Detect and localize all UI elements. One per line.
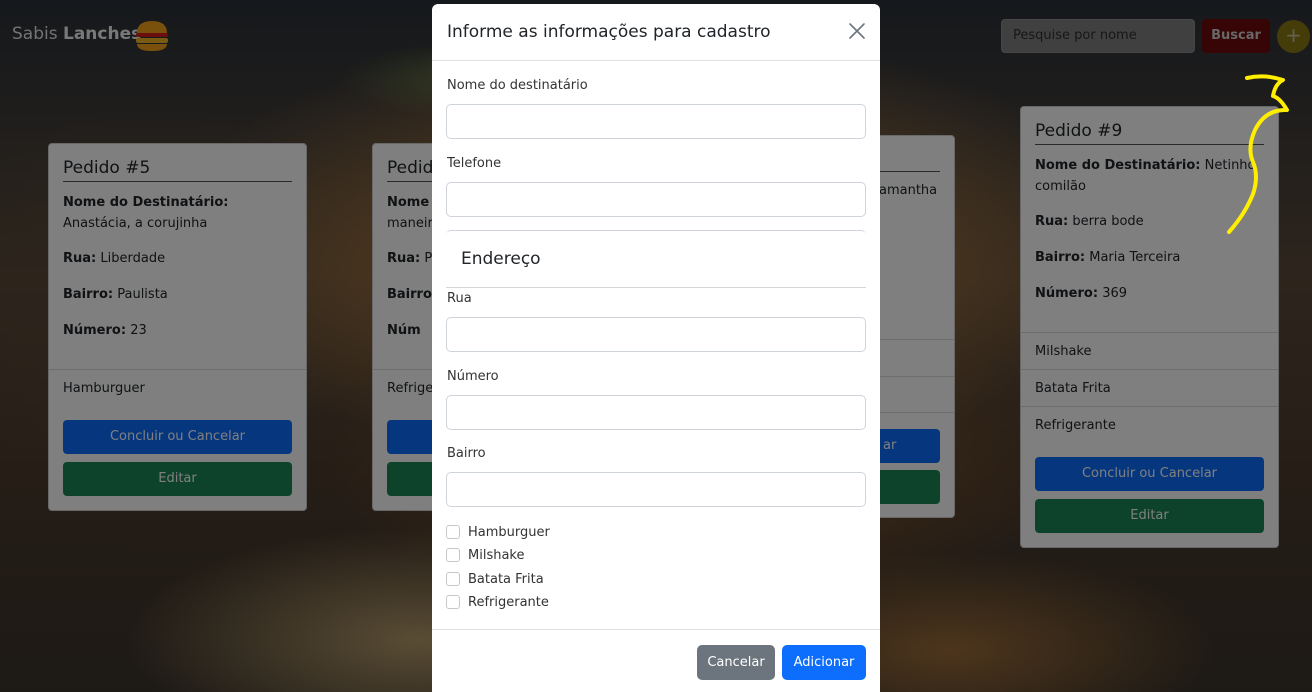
street-input[interactable] bbox=[446, 317, 866, 352]
phone-label: Telefone bbox=[447, 156, 502, 171]
modal-title: Informe as informações para cadastro bbox=[447, 22, 771, 42]
product-checkbox-hamburguer[interactable]: Hamburguer bbox=[446, 523, 550, 541]
product-checkbox-refrigerante[interactable]: Refrigerante bbox=[446, 593, 549, 611]
checkbox[interactable] bbox=[446, 572, 460, 586]
number-input[interactable] bbox=[446, 395, 866, 430]
district-label: Bairro bbox=[447, 446, 486, 461]
add-button[interactable]: Adicionar bbox=[782, 645, 866, 680]
phone-input[interactable] bbox=[446, 182, 866, 217]
district-input[interactable] bbox=[446, 472, 866, 507]
checkbox[interactable] bbox=[446, 525, 460, 539]
cancel-button[interactable]: Cancelar bbox=[697, 645, 775, 680]
product-checkbox-batata-frita[interactable]: Batata Frita bbox=[446, 570, 544, 588]
register-order-modal: Informe as informações para cadastro Nom… bbox=[432, 4, 880, 692]
divider bbox=[446, 287, 866, 288]
recipient-label: Nome do destinatário bbox=[447, 78, 588, 93]
address-section-border bbox=[446, 230, 866, 236]
close-icon[interactable] bbox=[848, 22, 866, 40]
checkbox[interactable] bbox=[446, 595, 460, 609]
modal-header: Informe as informações para cadastro bbox=[432, 4, 880, 61]
street-label: Rua bbox=[447, 291, 472, 306]
annotation-scribble bbox=[1227, 74, 1289, 234]
checkbox[interactable] bbox=[446, 548, 460, 562]
number-label: Número bbox=[447, 369, 499, 384]
modal-footer: Cancelar Adicionar bbox=[432, 629, 880, 692]
address-section-title: Endereço bbox=[461, 249, 541, 269]
product-checkbox-milshake[interactable]: Milshake bbox=[446, 546, 524, 564]
recipient-name-input[interactable] bbox=[446, 104, 866, 139]
